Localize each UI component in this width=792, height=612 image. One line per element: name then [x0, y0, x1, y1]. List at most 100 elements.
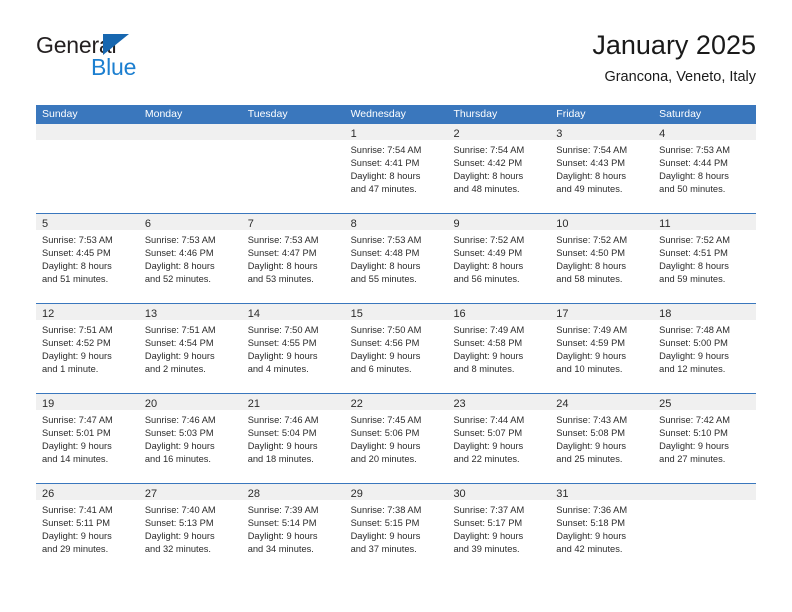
daylight-text-line1: Daylight: 9 hours	[659, 351, 729, 361]
day-number: 11	[659, 218, 671, 230]
daylight-text-line2: and 12 minutes.	[659, 364, 726, 374]
generalblue-logo[interactable]: General Blue	[36, 32, 216, 88]
sunrise-text: Sunrise: 7:54 AM	[453, 145, 525, 155]
day-cell[interactable]	[138, 124, 242, 213]
day-number: 12	[42, 308, 55, 320]
day-number-band	[138, 124, 242, 140]
day-cell[interactable]: 20 Sunrise: 7:46 AM Sunset: 5:03 PM Dayl…	[138, 394, 242, 483]
sunrise-text: Sunrise: 7:40 AM	[144, 505, 216, 515]
daylight-text-line2: and 58 minutes.	[556, 274, 623, 284]
day-details: Sunrise: 7:53 AM Sunset: 4:45 PM Dayligh…	[36, 230, 139, 286]
day-cell[interactable]	[36, 124, 139, 213]
day-cell[interactable]: 10 Sunrise: 7:52 AM Sunset: 4:50 PM Dayl…	[550, 214, 654, 303]
day-details: Sunrise: 7:54 AM Sunset: 4:41 PM Dayligh…	[345, 140, 448, 196]
sunrise-text: Sunrise: 7:43 AM	[556, 415, 628, 425]
weekday-header-thursday: Thursday	[453, 108, 498, 120]
day-number-band: 29	[344, 484, 448, 500]
daylight-text-line2: and 4 minutes.	[247, 364, 309, 374]
day-cell[interactable]: 15 Sunrise: 7:50 AM Sunset: 4:56 PM Dayl…	[344, 304, 448, 393]
day-cell[interactable]: 7 Sunrise: 7:53 AM Sunset: 4:47 PM Dayli…	[241, 214, 345, 303]
weekday-header-wednesday: Wednesday	[350, 108, 406, 120]
day-cell[interactable]	[653, 484, 757, 573]
logo-text-blue: Blue	[91, 54, 137, 80]
day-details: Sunrise: 7:46 AM Sunset: 5:04 PM Dayligh…	[242, 410, 345, 466]
day-number: 22	[350, 398, 363, 410]
day-details: Sunrise: 7:44 AM Sunset: 5:07 PM Dayligh…	[447, 410, 550, 466]
daylight-text-line2: and 2 minutes.	[144, 364, 206, 374]
day-cell[interactable]: 29 Sunrise: 7:38 AM Sunset: 5:15 PM Dayl…	[344, 484, 448, 573]
day-details: Sunrise: 7:53 AM Sunset: 4:48 PM Dayligh…	[345, 230, 448, 286]
day-cell[interactable]: 17 Sunrise: 7:49 AM Sunset: 4:59 PM Dayl…	[550, 304, 654, 393]
daylight-text-line1: Daylight: 9 hours	[556, 351, 627, 361]
sunrise-text: Sunrise: 7:52 AM	[453, 235, 525, 245]
sunrise-text: Sunrise: 7:45 AM	[350, 415, 422, 425]
day-cell[interactable]: 2 Sunrise: 7:54 AM Sunset: 4:42 PM Dayli…	[447, 124, 551, 213]
day-cell[interactable]: 3 Sunrise: 7:54 AM Sunset: 4:43 PM Dayli…	[550, 124, 654, 213]
sunrise-text: Sunrise: 7:42 AM	[659, 415, 730, 425]
day-details: Sunrise: 7:52 AM Sunset: 4:51 PM Dayligh…	[653, 230, 756, 286]
day-number: 6	[144, 218, 151, 230]
sunset-text: Sunset: 4:49 PM	[453, 248, 523, 258]
day-number: 26	[42, 488, 55, 500]
sunrise-text: Sunrise: 7:50 AM	[350, 325, 422, 335]
day-number: 2	[453, 128, 460, 140]
daylight-text-line1: Daylight: 9 hours	[350, 351, 421, 361]
daylight-text-line1: Daylight: 9 hours	[453, 441, 524, 451]
sunrise-text: Sunrise: 7:52 AM	[659, 235, 730, 245]
daylight-text-line2: and 29 minutes.	[42, 544, 109, 554]
daylight-text-line1: Daylight: 8 hours	[350, 261, 421, 271]
day-cell[interactable]: 13 Sunrise: 7:51 AM Sunset: 4:54 PM Dayl…	[138, 304, 242, 393]
sunrise-text: Sunrise: 7:44 AM	[453, 415, 525, 425]
day-cell[interactable]: 14 Sunrise: 7:50 AM Sunset: 4:55 PM Dayl…	[241, 304, 345, 393]
daylight-text-line1: Daylight: 9 hours	[659, 441, 729, 451]
daylight-text-line1: Daylight: 9 hours	[556, 441, 627, 451]
day-number: 20	[144, 398, 158, 410]
day-number-band: 25	[653, 394, 757, 410]
weekday-header-tuesday: Tuesday	[247, 108, 288, 120]
daylight-text-line1: Daylight: 9 hours	[247, 531, 318, 541]
day-number-band: 9	[447, 214, 551, 230]
page-subtitle: Grancona, Veneto, Italy	[604, 69, 756, 85]
day-number: 8	[350, 218, 357, 230]
sunset-text: Sunset: 4:42 PM	[453, 158, 523, 168]
day-cell[interactable]: 18 Sunrise: 7:48 AM Sunset: 5:00 PM Dayl…	[653, 304, 757, 393]
daylight-text-line2: and 18 minutes.	[247, 454, 314, 464]
sunset-text: Sunset: 5:14 PM	[247, 518, 317, 528]
day-number-band: 3	[550, 124, 654, 140]
daylight-text-line2: and 25 minutes.	[556, 454, 623, 464]
day-cell[interactable]: 4 Sunrise: 7:53 AM Sunset: 4:44 PM Dayli…	[653, 124, 757, 213]
day-cell[interactable]: 8 Sunrise: 7:53 AM Sunset: 4:48 PM Dayli…	[344, 214, 448, 303]
day-cell[interactable]: 9 Sunrise: 7:52 AM Sunset: 4:49 PM Dayli…	[447, 214, 551, 303]
daylight-text-line2: and 14 minutes.	[42, 454, 109, 464]
day-cell[interactable]: 24 Sunrise: 7:43 AM Sunset: 5:08 PM Dayl…	[550, 394, 654, 483]
day-cell[interactable]: 12 Sunrise: 7:51 AM Sunset: 4:52 PM Dayl…	[36, 304, 139, 393]
day-cell[interactable]	[241, 124, 345, 213]
day-cell[interactable]: 16 Sunrise: 7:49 AM Sunset: 4:58 PM Dayl…	[447, 304, 551, 393]
daylight-text-line2: and 48 minutes.	[453, 184, 520, 194]
day-cell[interactable]: 22 Sunrise: 7:45 AM Sunset: 5:06 PM Dayl…	[344, 394, 448, 483]
day-cell[interactable]: 21 Sunrise: 7:46 AM Sunset: 5:04 PM Dayl…	[241, 394, 345, 483]
daylight-text-line2: and 51 minutes.	[42, 274, 109, 284]
sunset-text: Sunset: 5:06 PM	[350, 428, 420, 438]
day-cell[interactable]: 1 Sunrise: 7:54 AM Sunset: 4:41 PM Dayli…	[344, 124, 448, 213]
daylight-text-line1: Daylight: 9 hours	[247, 351, 318, 361]
day-cell[interactable]: 25 Sunrise: 7:42 AM Sunset: 5:10 PM Dayl…	[653, 394, 757, 483]
day-cell[interactable]: 19 Sunrise: 7:47 AM Sunset: 5:01 PM Dayl…	[36, 394, 139, 483]
sunset-text: Sunset: 4:44 PM	[659, 158, 728, 168]
day-cell[interactable]: 28 Sunrise: 7:39 AM Sunset: 5:14 PM Dayl…	[241, 484, 345, 573]
day-cell[interactable]: 27 Sunrise: 7:40 AM Sunset: 5:13 PM Dayl…	[138, 484, 242, 573]
week-row: 19 Sunrise: 7:47 AM Sunset: 5:01 PM Dayl…	[36, 393, 757, 483]
daylight-text-line2: and 22 minutes.	[453, 454, 520, 464]
sunset-text: Sunset: 5:15 PM	[350, 518, 420, 528]
day-cell[interactable]: 11 Sunrise: 7:52 AM Sunset: 4:51 PM Dayl…	[653, 214, 757, 303]
day-cell[interactable]: 26 Sunrise: 7:41 AM Sunset: 5:11 PM Dayl…	[36, 484, 139, 573]
sunset-text: Sunset: 4:45 PM	[42, 248, 111, 258]
day-cell[interactable]: 6 Sunrise: 7:53 AM Sunset: 4:46 PM Dayli…	[138, 214, 242, 303]
day-cell[interactable]: 5 Sunrise: 7:53 AM Sunset: 4:45 PM Dayli…	[36, 214, 139, 303]
sunset-text: Sunset: 4:46 PM	[144, 248, 214, 258]
day-cell[interactable]: 23 Sunrise: 7:44 AM Sunset: 5:07 PM Dayl…	[447, 394, 551, 483]
sunrise-text: Sunrise: 7:54 AM	[350, 145, 422, 155]
day-cell[interactable]: 31 Sunrise: 7:36 AM Sunset: 5:18 PM Dayl…	[550, 484, 654, 573]
daylight-text-line1: Daylight: 9 hours	[556, 531, 627, 541]
day-cell[interactable]: 30 Sunrise: 7:37 AM Sunset: 5:17 PM Dayl…	[447, 484, 551, 573]
